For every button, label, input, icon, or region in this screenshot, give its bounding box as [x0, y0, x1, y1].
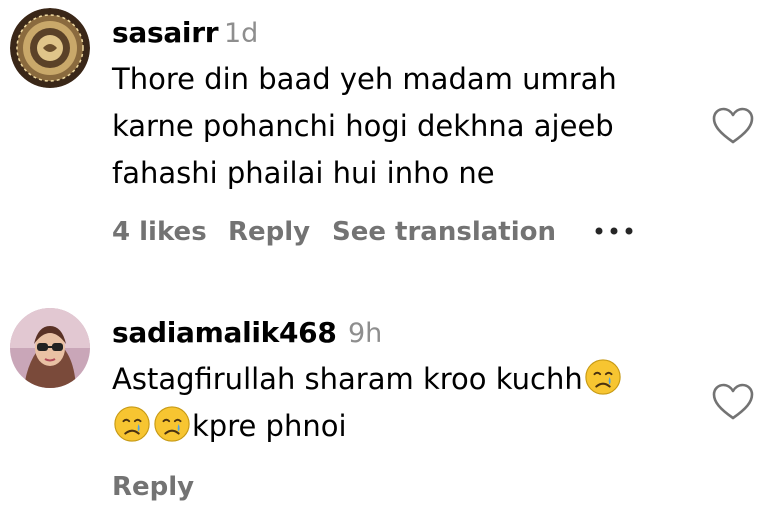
comment-text-segment: Astagfirullah sharam kroo kuchh	[112, 362, 583, 396]
more-horizontal-icon[interactable]	[592, 224, 636, 238]
heart-outline-icon[interactable]	[711, 382, 755, 422]
crying-face-emoji	[153, 405, 191, 443]
heart-outline-icon[interactable]	[711, 106, 755, 146]
comment-text-segment: kpre phnoi	[192, 409, 347, 443]
comment-text-line: karne pohanchi hogi dekhna ajeeb	[112, 109, 614, 143]
avatar[interactable]	[10, 8, 90, 88]
username[interactable]: sasairr	[112, 16, 219, 49]
avatar[interactable]	[10, 308, 90, 388]
crying-face-emoji	[584, 358, 622, 396]
comment-item: sadiamalik468 9h Astagfirullah sharam kr…	[0, 300, 778, 522]
likes-count[interactable]: 4 likes	[112, 217, 207, 247]
see-translation-button[interactable]: See translation	[332, 217, 556, 247]
comment-item: sasairr 1d Thore din baad yeh madam umra…	[0, 0, 778, 260]
comment-text-line: Astagfirullah sharam kroo kuchh	[112, 356, 692, 403]
username[interactable]: sadiamalik468	[112, 316, 337, 349]
comment-time: 9h	[348, 318, 383, 349]
crying-face-emoji	[113, 405, 151, 443]
comment-text-line: fahashi phailai hui inho ne	[112, 156, 495, 190]
comment-text-line: kpre phnoi	[112, 403, 692, 450]
comment-text-line: Thore din baad yeh madam umrah	[112, 62, 617, 96]
reply-button[interactable]: Reply	[228, 217, 310, 247]
comment-time: 1d	[224, 18, 259, 49]
comment-text: Thore din baad yeh madam umrah karne poh…	[112, 56, 692, 197]
comment-text: Astagfirullah sharam kroo kuchh kpre phn…	[112, 356, 692, 450]
reply-button[interactable]: Reply	[112, 472, 194, 502]
